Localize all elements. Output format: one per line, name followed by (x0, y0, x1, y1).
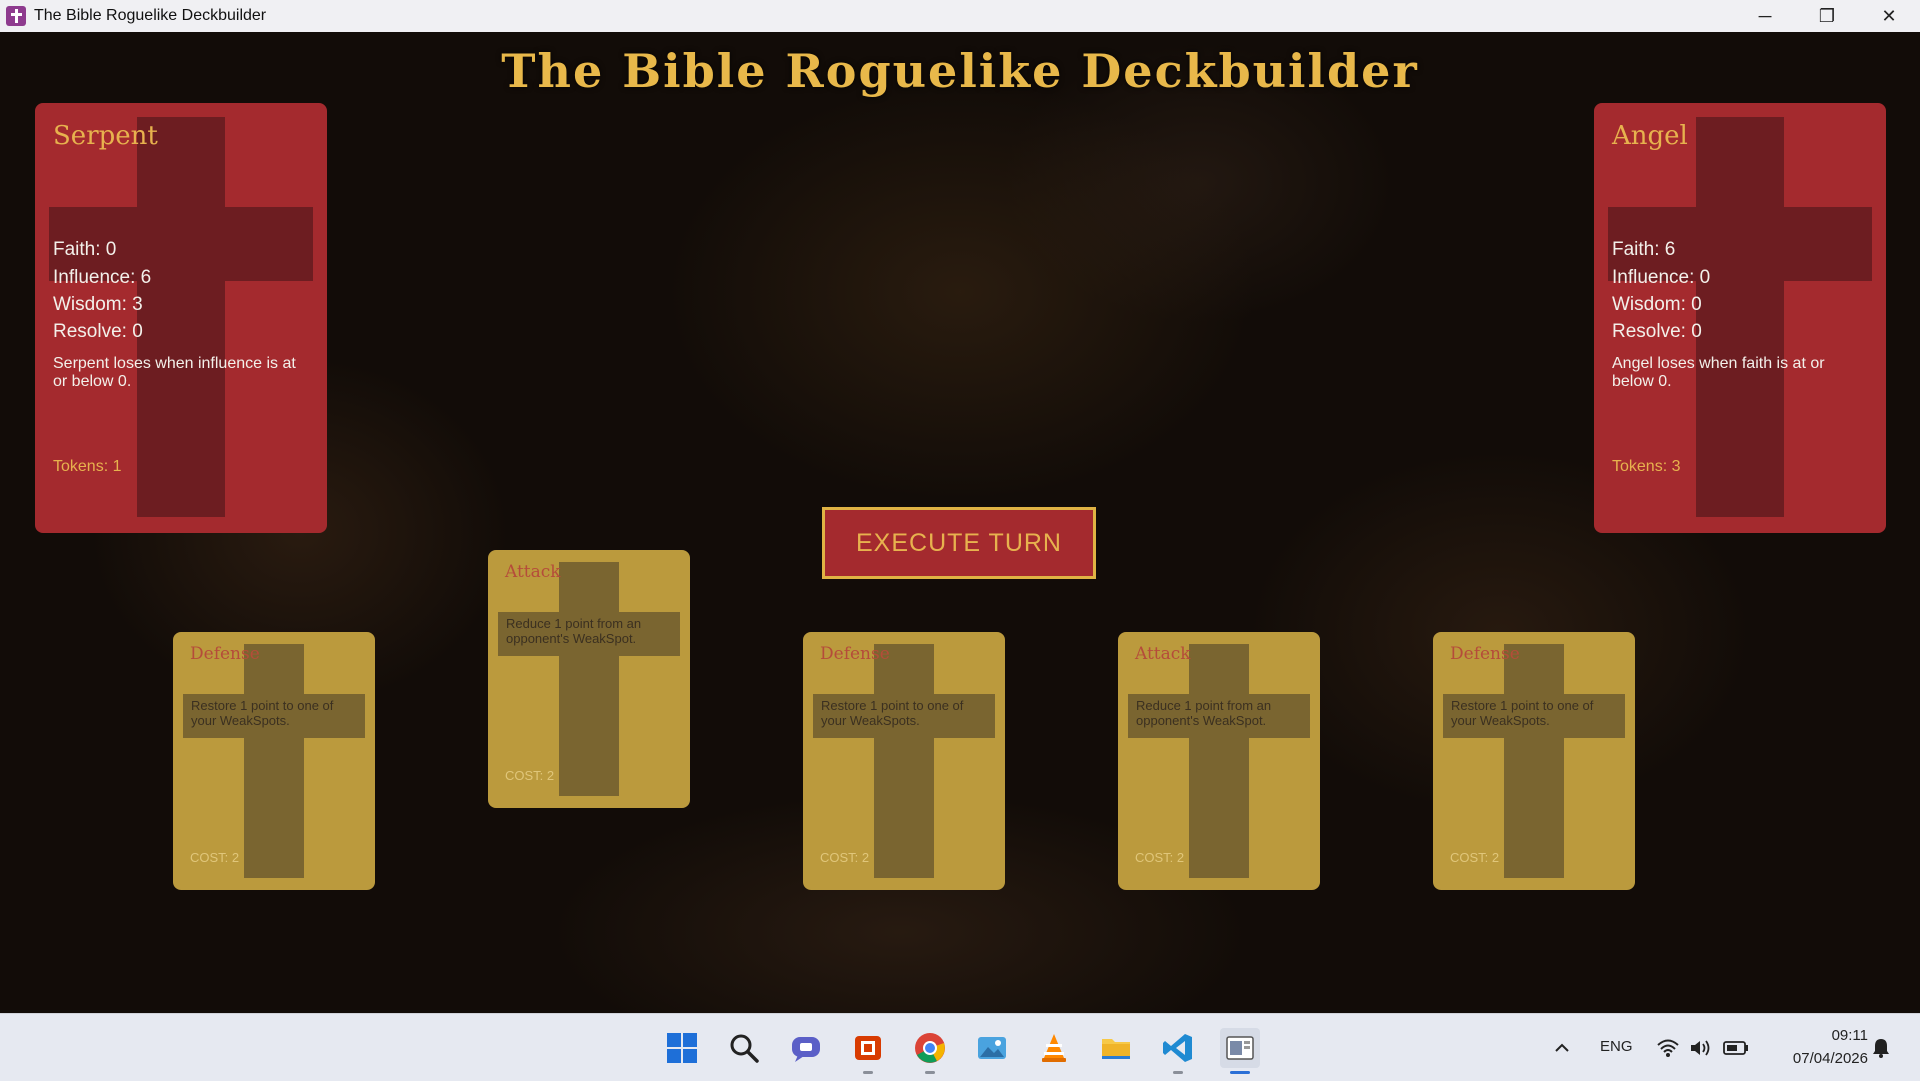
player-name: Angel (1612, 121, 1688, 151)
card-title: Defense (1450, 644, 1520, 664)
cross-decoration (874, 644, 934, 878)
card-cost: COST: 2 (190, 850, 240, 865)
cross-decoration (1696, 117, 1784, 517)
card-description: Restore 1 point to one of your WeakSpots… (821, 698, 964, 728)
game-title: The Bible Roguelike Deckbuilder (501, 44, 1419, 98)
stat-influence: Influence: 0 (1612, 267, 1711, 288)
taskbar: ENG 09:11 07/04/2026 (0, 1013, 1920, 1081)
card-title: Defense (190, 644, 260, 664)
file-explorer-icon[interactable] (1096, 1028, 1136, 1068)
clock-date[interactable]: 07/04/2026 (1770, 1050, 1868, 1067)
cross-decoration (1504, 644, 1564, 878)
card-description: Reduce 1 point from an opponent's WeakSp… (506, 616, 642, 646)
lose-condition: Serpent loses when influence is at or be… (53, 355, 296, 390)
minimize-button[interactable]: ─ (1734, 0, 1796, 32)
windows-start-icon[interactable] (662, 1028, 702, 1068)
cross-decoration (559, 562, 619, 796)
card-description: Restore 1 point to one of your WeakSpots… (191, 698, 334, 728)
tokens-count: Tokens: 1 (53, 458, 122, 475)
volume-icon[interactable] (1682, 1028, 1718, 1068)
lose-condition: Angel loses when faith is at or below 0. (1612, 355, 1825, 390)
tokens-count: Tokens: 3 (1612, 458, 1681, 475)
chevron-up-icon[interactable] (1542, 1028, 1582, 1068)
game-canvas: The Bible Roguelike Deckbuilder Serpent … (0, 32, 1920, 1013)
teams-chat-icon[interactable] (786, 1028, 826, 1068)
notification-bell-icon[interactable] (1862, 1028, 1900, 1068)
stat-resolve: Resolve: 0 (53, 321, 143, 342)
cross-decoration (244, 644, 304, 878)
card-cost: COST: 2 (1450, 850, 1500, 865)
angel-panel: Angel Faith: 6 Influence: 0 Wisdom: 0 Re… (1594, 103, 1886, 533)
card-description: Restore 1 point to one of your WeakSpots… (1451, 698, 1594, 728)
active-indicator (1230, 1071, 1250, 1074)
battery-icon[interactable] (1716, 1028, 1756, 1068)
running-indicator (925, 1071, 935, 1074)
player-name: Serpent (53, 121, 158, 151)
serpent-panel: Serpent Faith: 0 Influence: 6 Wisdom: 3 … (35, 103, 327, 533)
stat-influence: Influence: 6 (53, 267, 152, 288)
card-description: Reduce 1 point from an opponent's WeakSp… (1136, 698, 1272, 728)
hand-card-defense[interactable]: Defense Restore 1 point to one of your W… (173, 632, 375, 890)
card-title: Attack (505, 562, 561, 582)
stat-faith: Faith: 0 (53, 239, 117, 260)
execute-turn-button[interactable]: EXECUTE TURN (822, 507, 1096, 579)
card-cost: COST: 2 (820, 850, 870, 865)
photos-icon[interactable] (972, 1028, 1012, 1068)
hand-card-defense[interactable]: Defense Restore 1 point to one of your W… (1433, 632, 1635, 890)
office-icon[interactable] (848, 1028, 888, 1074)
cross-decoration (137, 117, 225, 517)
vscode-icon[interactable] (1158, 1028, 1198, 1074)
card-title: Defense (820, 644, 890, 664)
hand-card-attack[interactable]: Attack Reduce 1 point from an opponent's… (1118, 632, 1320, 890)
language-indicator[interactable]: ENG (1600, 1038, 1633, 1055)
restore-button[interactable]: ❐ (1796, 0, 1858, 32)
window-titlebar: The Bible Roguelike Deckbuilder ─ ❐ ✕ (0, 0, 1920, 33)
card-cost: COST: 2 (1135, 850, 1185, 865)
running-indicator (863, 1071, 873, 1074)
search-icon[interactable] (724, 1028, 764, 1068)
window-title: The Bible Roguelike Deckbuilder (34, 7, 267, 24)
hand-card-defense[interactable]: Defense Restore 1 point to one of your W… (803, 632, 1005, 890)
card-title: Attack (1135, 644, 1191, 664)
stat-wisdom: Wisdom: 3 (53, 294, 143, 315)
close-button[interactable]: ✕ (1858, 0, 1920, 32)
stat-resolve: Resolve: 0 (1612, 321, 1702, 342)
stat-faith: Faith: 6 (1612, 239, 1676, 260)
running-indicator (1173, 1071, 1183, 1074)
card-cost: COST: 2 (505, 768, 555, 783)
vlc-icon[interactable] (1034, 1028, 1074, 1068)
window-controls: ─ ❐ ✕ (1734, 0, 1920, 32)
app-cross-icon (6, 6, 26, 26)
stat-wisdom: Wisdom: 0 (1612, 294, 1702, 315)
cross-decoration (1189, 644, 1249, 878)
game-window-icon[interactable] (1220, 1028, 1260, 1074)
hand-card-attack-selected[interactable]: Attack Reduce 1 point from an opponent's… (488, 550, 690, 808)
clock-time[interactable]: 09:11 (1808, 1027, 1868, 1044)
chrome-icon[interactable] (910, 1028, 950, 1074)
